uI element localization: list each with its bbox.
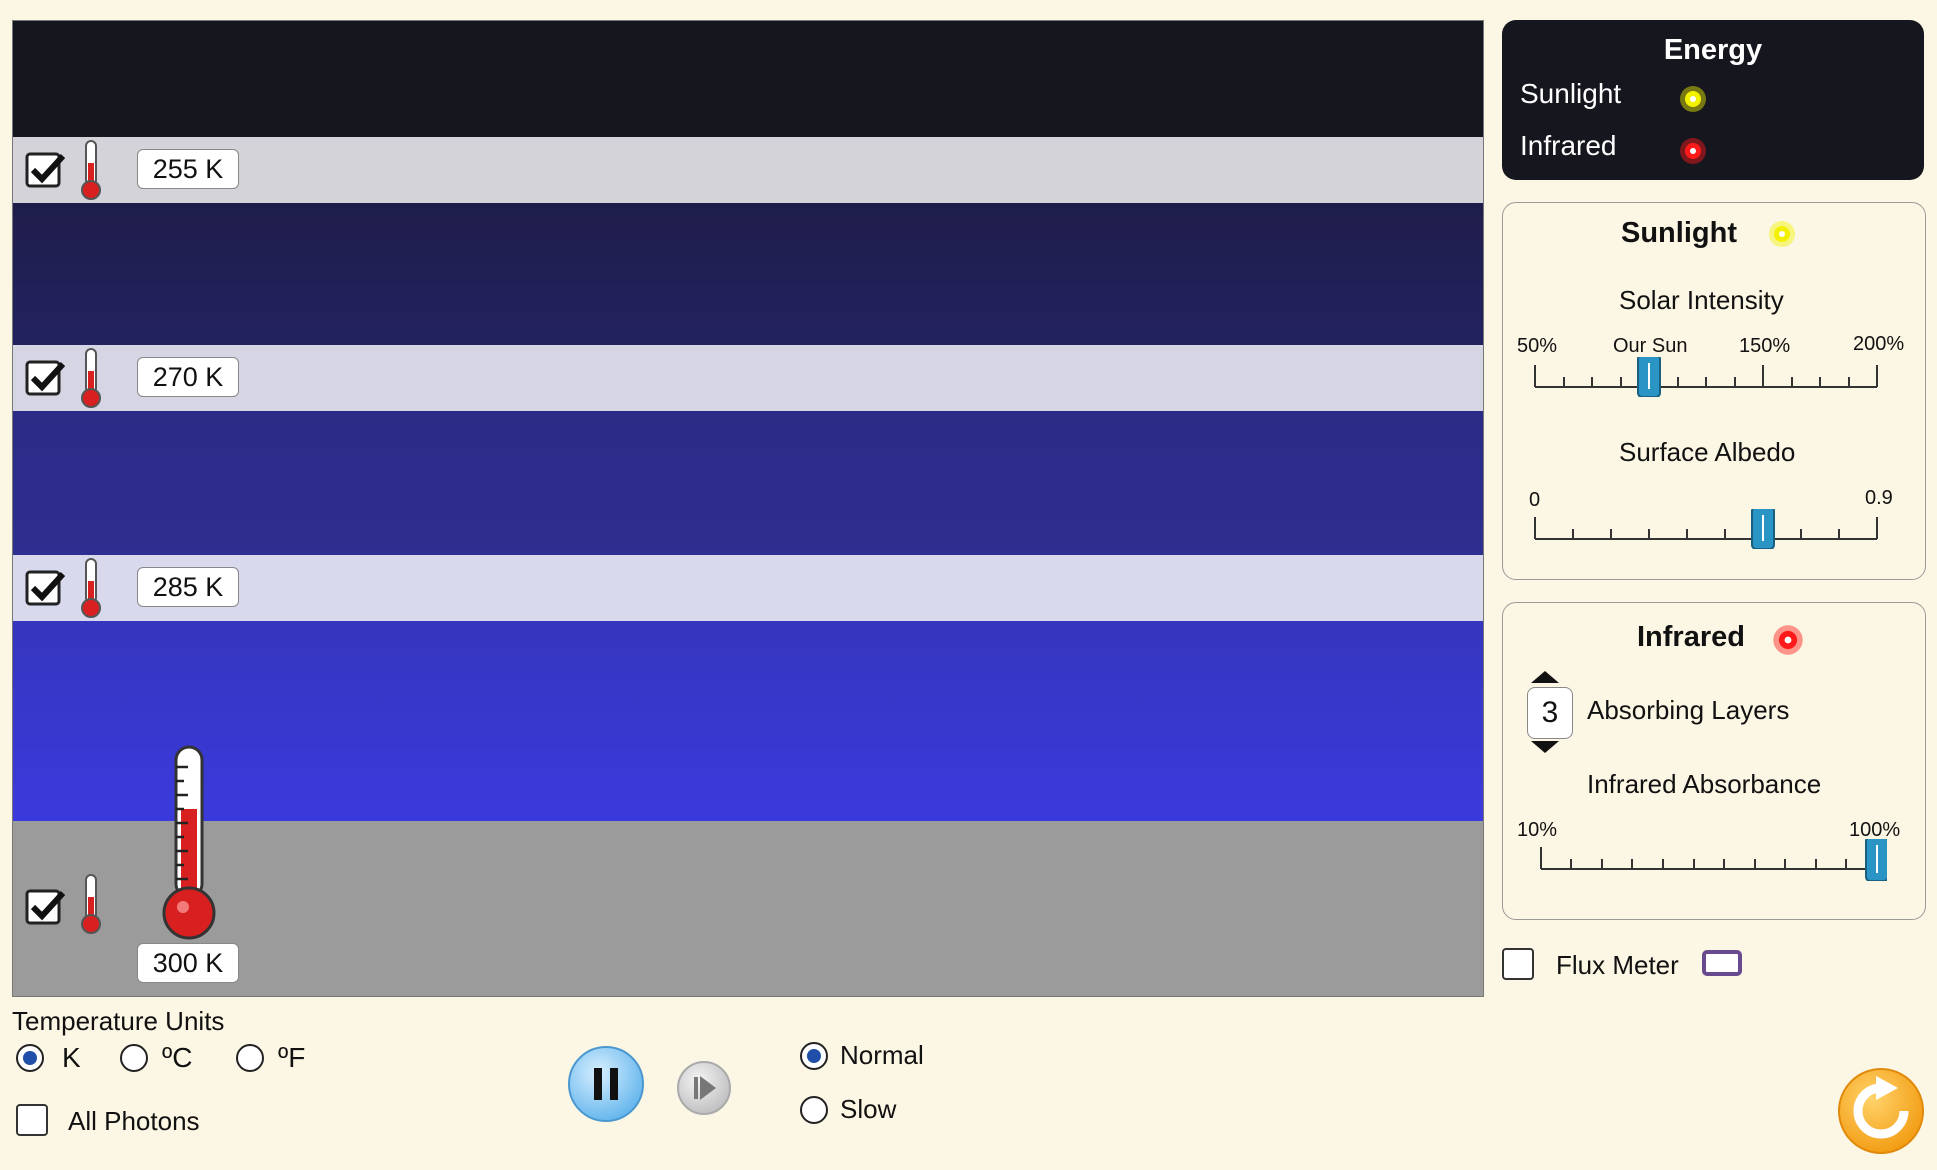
layer-3-temperature: 285 K (137, 567, 239, 607)
all-photons-label: All Photons (68, 1106, 200, 1136)
solar-high-label: 150% (1739, 335, 1791, 357)
speed-normal-label: Normal (840, 1040, 924, 1070)
infrared-absorbance-label: Infrared Absorbance (1587, 769, 1822, 799)
surface-thermometer[interactable] (159, 743, 219, 943)
legend-infrared-label: Infrared (1520, 130, 1617, 161)
sunlight-panel-title: Sunlight (1621, 217, 1737, 249)
absorbing-layers-label: Absorbing Layers (1587, 695, 1790, 725)
layer-2-temperature: 270 K (137, 357, 239, 397)
thermometer-icon (81, 140, 101, 200)
absorbing-layers-value[interactable]: 3 (1527, 687, 1573, 739)
sunlight-panel: Sunlight Solar Intensity 50% Our Sun 150… (1502, 202, 1926, 580)
energy-legend: Energy Sunlight Infrared (1502, 20, 1924, 180)
step-button[interactable] (676, 1060, 732, 1116)
thermometer-icon (81, 874, 101, 934)
thermometer-icon (81, 558, 101, 618)
space-band (13, 21, 1483, 137)
layers-decrement-icon[interactable] (1527, 739, 1563, 755)
all-photons-checkbox[interactable] (16, 1104, 48, 1136)
unit-kelvin-radio[interactable] (16, 1044, 44, 1072)
sunlight-photon-icon (1769, 221, 1795, 247)
pause-button[interactable] (566, 1044, 646, 1124)
flux-meter-icon (1702, 950, 1742, 976)
sunlight-photon-icon (1680, 86, 1706, 112)
surface-temperature: 300 K (137, 943, 239, 983)
simulation-area: 255 K 270 K 285 K 300 K (12, 20, 1484, 997)
infrared-absorbance-thumb[interactable] (1865, 839, 1887, 881)
speed-slow-radio[interactable] (800, 1096, 828, 1124)
speed-slow-label: Slow (840, 1094, 897, 1124)
layer-1-temperature: 255 K (137, 149, 239, 189)
legend-title: Energy (1663, 34, 1763, 66)
solar-min-label: 50% (1517, 335, 1558, 357)
layer-3-thermometer-checkbox[interactable] (25, 568, 65, 608)
layer-2-thermometer-checkbox[interactable] (25, 358, 65, 398)
speed-normal-radio[interactable] (800, 1042, 828, 1070)
thermometer-icon (81, 348, 101, 408)
layers-increment-icon[interactable] (1527, 669, 1563, 685)
pause-icon (594, 1068, 602, 1100)
surface-thermometer-checkbox[interactable] (25, 887, 65, 927)
surface-albedo-thumb[interactable] (1751, 509, 1775, 549)
legend-sunlight-label: Sunlight (1520, 78, 1622, 109)
albedo-max-label: 0.9 (1865, 487, 1893, 509)
temperature-units-title: Temperature Units (12, 1006, 225, 1036)
unit-celsius-label: ºC (162, 1042, 193, 1073)
solar-max-label: 200% (1853, 333, 1905, 355)
unit-celsius-radio[interactable] (120, 1044, 148, 1072)
reset-all-button[interactable] (1836, 1066, 1926, 1156)
solar-intensity-slider[interactable] (1531, 357, 1881, 397)
solar-mid-label: Our Sun (1613, 335, 1688, 357)
unit-fahrenheit-label: ºF (278, 1042, 306, 1073)
layer-1-thermometer-checkbox[interactable] (25, 150, 65, 190)
surface-albedo-label: Surface Albedo (1619, 437, 1796, 467)
infrared-photon-icon (1680, 138, 1706, 164)
absorbing-layer-3[interactable]: 285 K (13, 555, 1483, 621)
unit-fahrenheit-radio[interactable] (236, 1044, 264, 1072)
unit-kelvin-label: K (62, 1042, 81, 1073)
solar-intensity-thumb[interactable] (1637, 357, 1661, 397)
infrared-absorbance-slider[interactable] (1537, 839, 1887, 881)
infrared-photon-icon (1773, 625, 1803, 655)
infrared-panel: Infrared 3 Absorbing Layers Infrared Abs… (1502, 602, 1926, 920)
solar-intensity-label: Solar Intensity (1619, 285, 1784, 315)
flux-meter-label: Flux Meter (1556, 950, 1679, 980)
infrared-panel-title: Infrared (1637, 621, 1745, 653)
flux-meter-checkbox[interactable] (1502, 948, 1534, 980)
absorbing-layer-1[interactable]: 255 K (13, 137, 1483, 203)
surface-albedo-slider[interactable] (1531, 509, 1881, 549)
absorbing-layer-2[interactable]: 270 K (13, 345, 1483, 411)
